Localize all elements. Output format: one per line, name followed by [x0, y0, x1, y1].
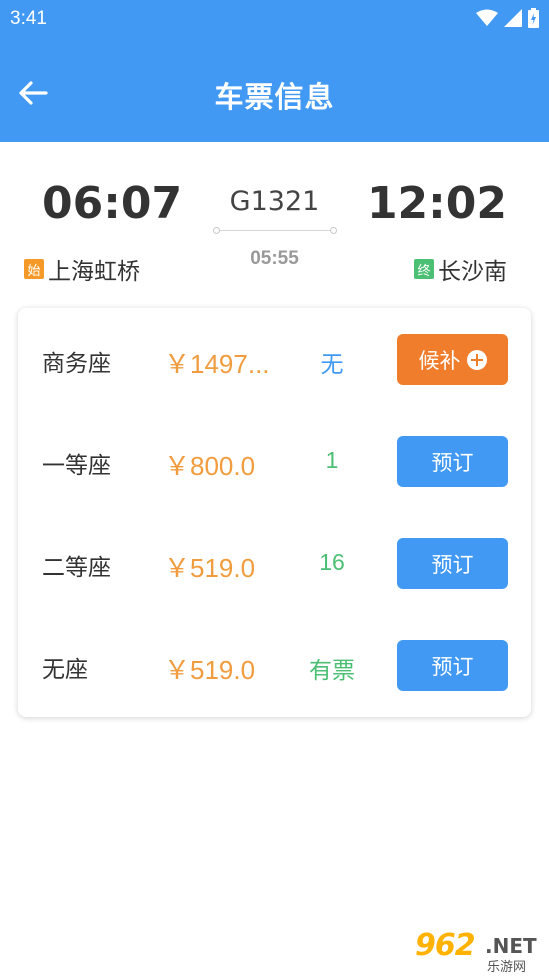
watermark-suffix: .NET [485, 934, 537, 958]
seat-row-business: 商务座 ￥1497... 无 候补 [18, 308, 531, 410]
start-tag: 始 [24, 259, 44, 279]
status-time: 3:41 [10, 8, 47, 29]
waitlist-button[interactable]: 候补 [397, 334, 508, 385]
arrival-time: 12:02 [366, 178, 507, 229]
status-icons [476, 8, 539, 28]
book-button[interactable]: 预订 [397, 538, 508, 589]
end-tag: 终 [414, 259, 434, 279]
seat-price: ￥519.0 [164, 553, 256, 583]
seat-stock: 16 [319, 549, 345, 575]
signal-icon [504, 9, 522, 27]
seat-name: 无座 [42, 656, 88, 682]
arrival-station: 终 长沙南 [414, 252, 507, 286]
seat-stock: 1 [325, 447, 339, 473]
watermark-number: 962 [415, 928, 476, 963]
page-title: 车票信息 [214, 82, 335, 114]
seat-list-card: 商务座 ￥1497... 无 候补 一等座 ￥800.0 1 预订 二等座 ￥5… [18, 308, 531, 717]
seat-row-second-class: 二等座 ￥519.0 16 预订 [18, 512, 531, 614]
departure-station-name: 上海虹桥 [48, 258, 140, 284]
app-header: 3:41 车票信息 [0, 0, 549, 142]
arrival-station-name: 长沙南 [438, 258, 507, 284]
seat-row-no-seat: 无座 ￥519.0 有票 预订 [18, 614, 531, 716]
seat-row-first-class: 一等座 ￥800.0 1 预订 [18, 410, 531, 512]
wifi-icon [476, 9, 498, 26]
seat-price: ￥800.0 [164, 451, 256, 481]
battery-icon [528, 8, 539, 28]
seat-name: 商务座 [42, 350, 111, 376]
duration-line [213, 227, 337, 234]
seat-stock: 无 [320, 351, 344, 377]
departure-station: 始 上海虹桥 [24, 252, 140, 286]
seat-stock: 有票 [309, 657, 355, 683]
seat-price: ￥1497... [164, 349, 270, 379]
seat-name: 二等座 [42, 554, 111, 580]
book-button[interactable]: 预订 [397, 436, 508, 487]
waitlist-button-label: 候补 [418, 349, 461, 373]
seat-price: ￥519.0 [164, 655, 256, 685]
book-button[interactable]: 预订 [397, 640, 508, 691]
site-watermark: 962 .NET 乐游网 [409, 928, 541, 974]
watermark-text: 乐游网 [487, 959, 527, 974]
seat-name: 一等座 [42, 452, 111, 478]
plus-circle-icon [466, 349, 487, 370]
